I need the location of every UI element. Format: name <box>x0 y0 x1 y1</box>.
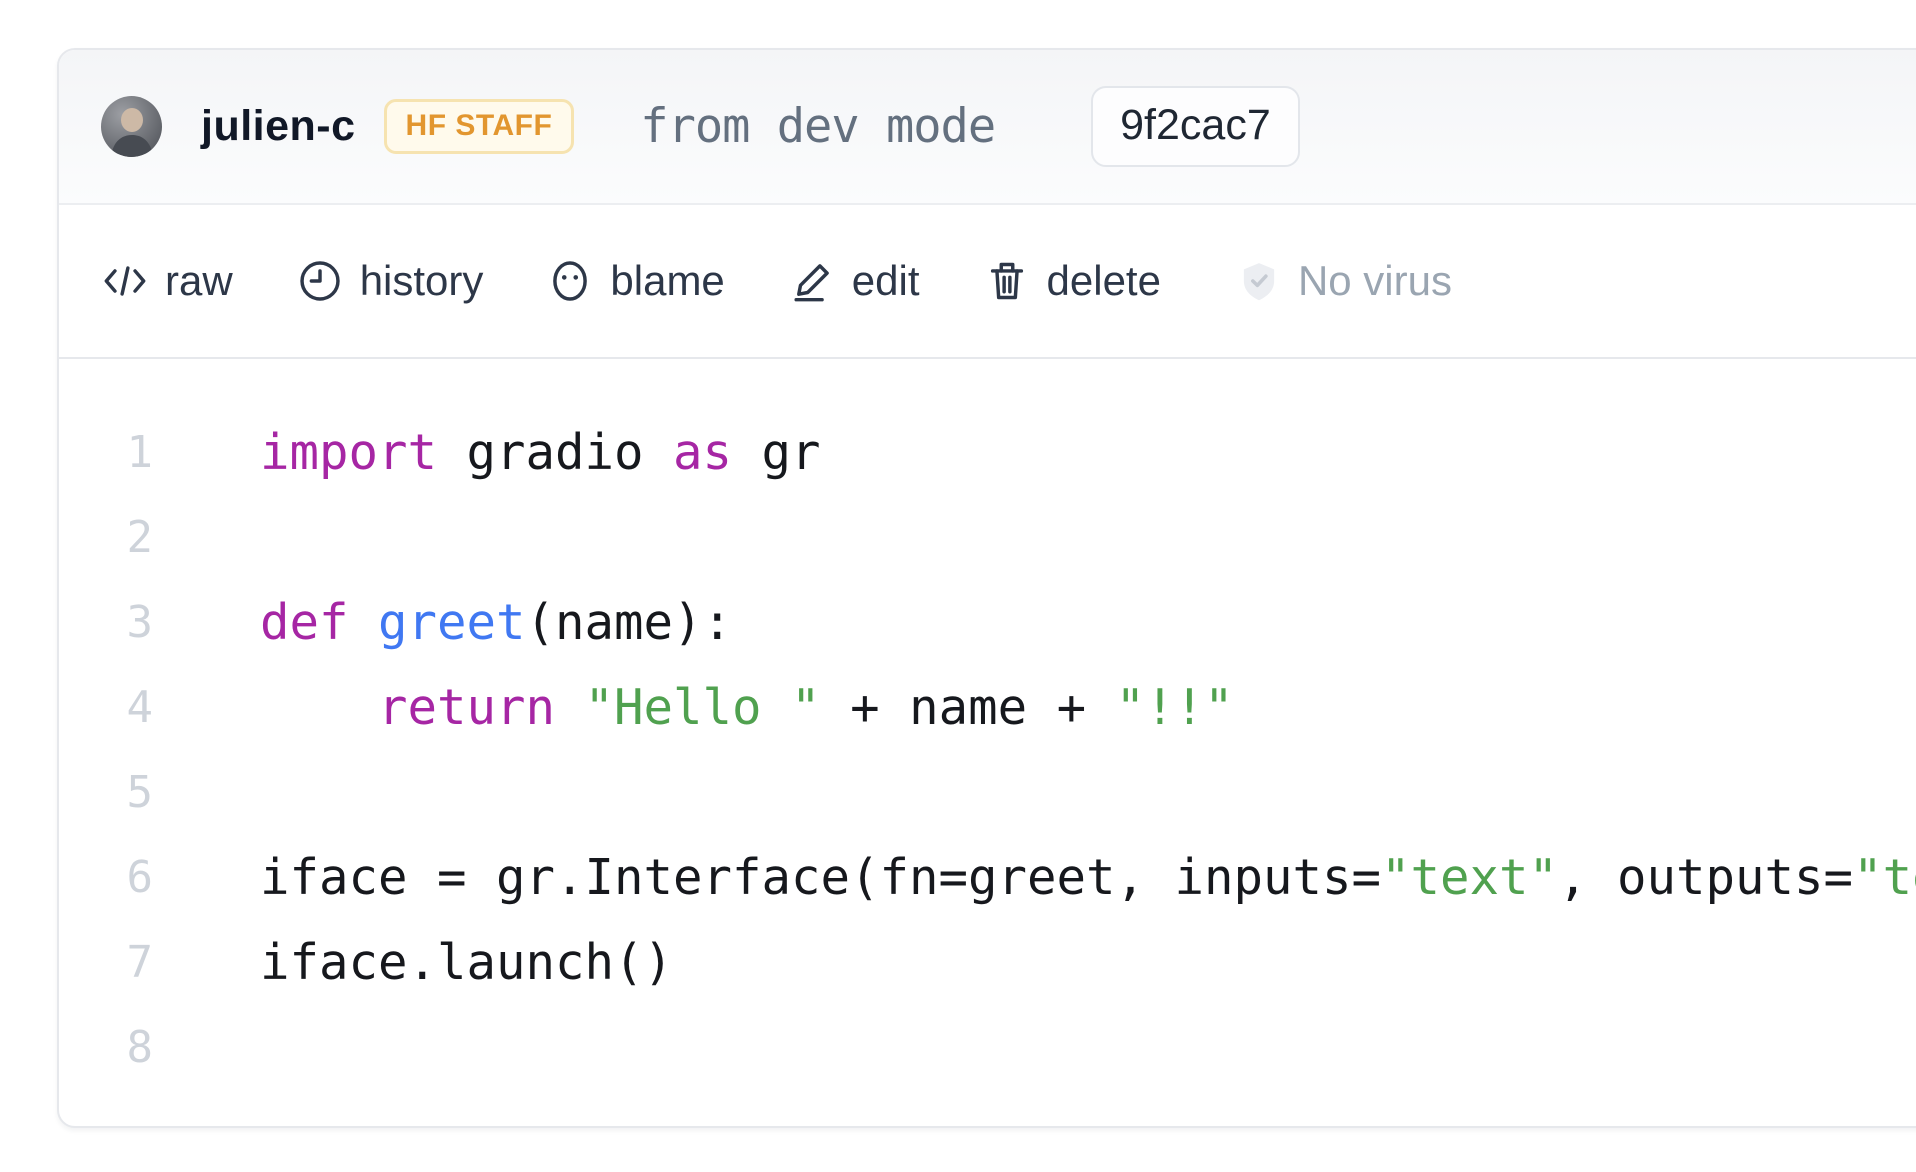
hf-staff-badge: HF STAFF <box>384 99 575 154</box>
line-number[interactable]: 6 <box>59 852 153 903</box>
code-text: return "Hello " + name + "!!" <box>260 679 1234 736</box>
code-token: as <box>673 424 732 481</box>
file-toolbar: raw history blame edit <box>59 205 1916 359</box>
pencil-icon <box>789 258 835 304</box>
blame-button[interactable]: blame <box>547 257 724 305</box>
code-line: 4 return "Hello " + name + "!!" <box>59 665 1916 750</box>
line-number[interactable]: 4 <box>59 682 153 733</box>
code-token: , outputs= <box>1558 849 1853 906</box>
trash-icon <box>984 258 1030 304</box>
code-text: iface = gr.Interface(fn=greet, inputs="t… <box>260 849 1916 906</box>
code-line: 2 <box>59 495 1916 580</box>
raw-label: raw <box>165 257 233 305</box>
face-icon <box>547 258 593 304</box>
code-text: import gradio as gr <box>260 424 821 481</box>
code-line: 5 <box>59 750 1916 835</box>
code-line: 8 <box>59 1005 1916 1090</box>
code-token: + name + <box>821 679 1116 736</box>
code-token: "!!" <box>1116 679 1234 736</box>
code-token: return <box>378 679 555 736</box>
code-text: def greet(name): <box>260 594 732 651</box>
virus-scan-status: No virus <box>1237 257 1452 305</box>
history-label: history <box>360 257 484 305</box>
virus-scan-label: No virus <box>1298 257 1452 305</box>
shield-check-icon <box>1237 259 1281 303</box>
line-number[interactable]: 2 <box>59 512 153 563</box>
code-line: 3 def greet(name): <box>59 580 1916 665</box>
line-number[interactable]: 7 <box>59 937 153 988</box>
line-number[interactable]: 5 <box>59 767 153 818</box>
code-token <box>555 679 585 736</box>
code-line: 6iface = gr.Interface(fn=greet, inputs="… <box>59 835 1916 920</box>
edit-button[interactable]: edit <box>789 257 920 305</box>
code-token: gr <box>732 424 821 481</box>
code-token: "text" <box>1853 849 1916 906</box>
clock-icon <box>297 258 343 304</box>
code-token: import <box>260 424 437 481</box>
avatar-person-icon <box>101 96 162 157</box>
code-token: gradio <box>437 424 673 481</box>
code-token: "Hello " <box>585 679 821 736</box>
code-token: (name): <box>526 594 733 651</box>
code-token: def <box>260 594 349 651</box>
code-text: iface.launch() <box>260 934 673 991</box>
commit-hash-chip[interactable]: 9f2cac7 <box>1091 86 1300 167</box>
delete-label: delete <box>1047 257 1161 305</box>
raw-button[interactable]: raw <box>102 257 233 305</box>
code-token: "text" <box>1381 849 1558 906</box>
line-number[interactable]: 1 <box>59 427 153 478</box>
edit-label: edit <box>852 257 920 305</box>
file-viewer-card: julien-c HF STAFF from dev mode 9f2cac7 … <box>57 48 1916 1128</box>
code-token: greet <box>378 594 526 651</box>
blame-label: blame <box>610 257 724 305</box>
code-icon <box>102 258 148 304</box>
commit-header: julien-c HF STAFF from dev mode 9f2cac7 <box>59 50 1916 205</box>
delete-button[interactable]: delete <box>984 257 1161 305</box>
code-viewer: 1 import gradio as gr 2 3 def greet(name): 4 … <box>59 359 1916 1090</box>
code-token <box>349 594 379 651</box>
history-button[interactable]: history <box>297 257 484 305</box>
line-number[interactable]: 3 <box>59 597 153 648</box>
code-line: 1 import gradio as gr <box>59 410 1916 495</box>
code-token <box>260 679 378 736</box>
line-number[interactable]: 8 <box>59 1022 153 1073</box>
author-username[interactable]: julien-c <box>201 102 356 151</box>
commit-message[interactable]: from dev mode <box>640 99 995 154</box>
code-line: 7 iface.launch() <box>59 920 1916 1005</box>
code-token: iface = gr.Interface(fn=greet, inputs= <box>260 849 1381 906</box>
avatar[interactable] <box>101 96 162 157</box>
code-token: iface.launch() <box>260 934 673 991</box>
